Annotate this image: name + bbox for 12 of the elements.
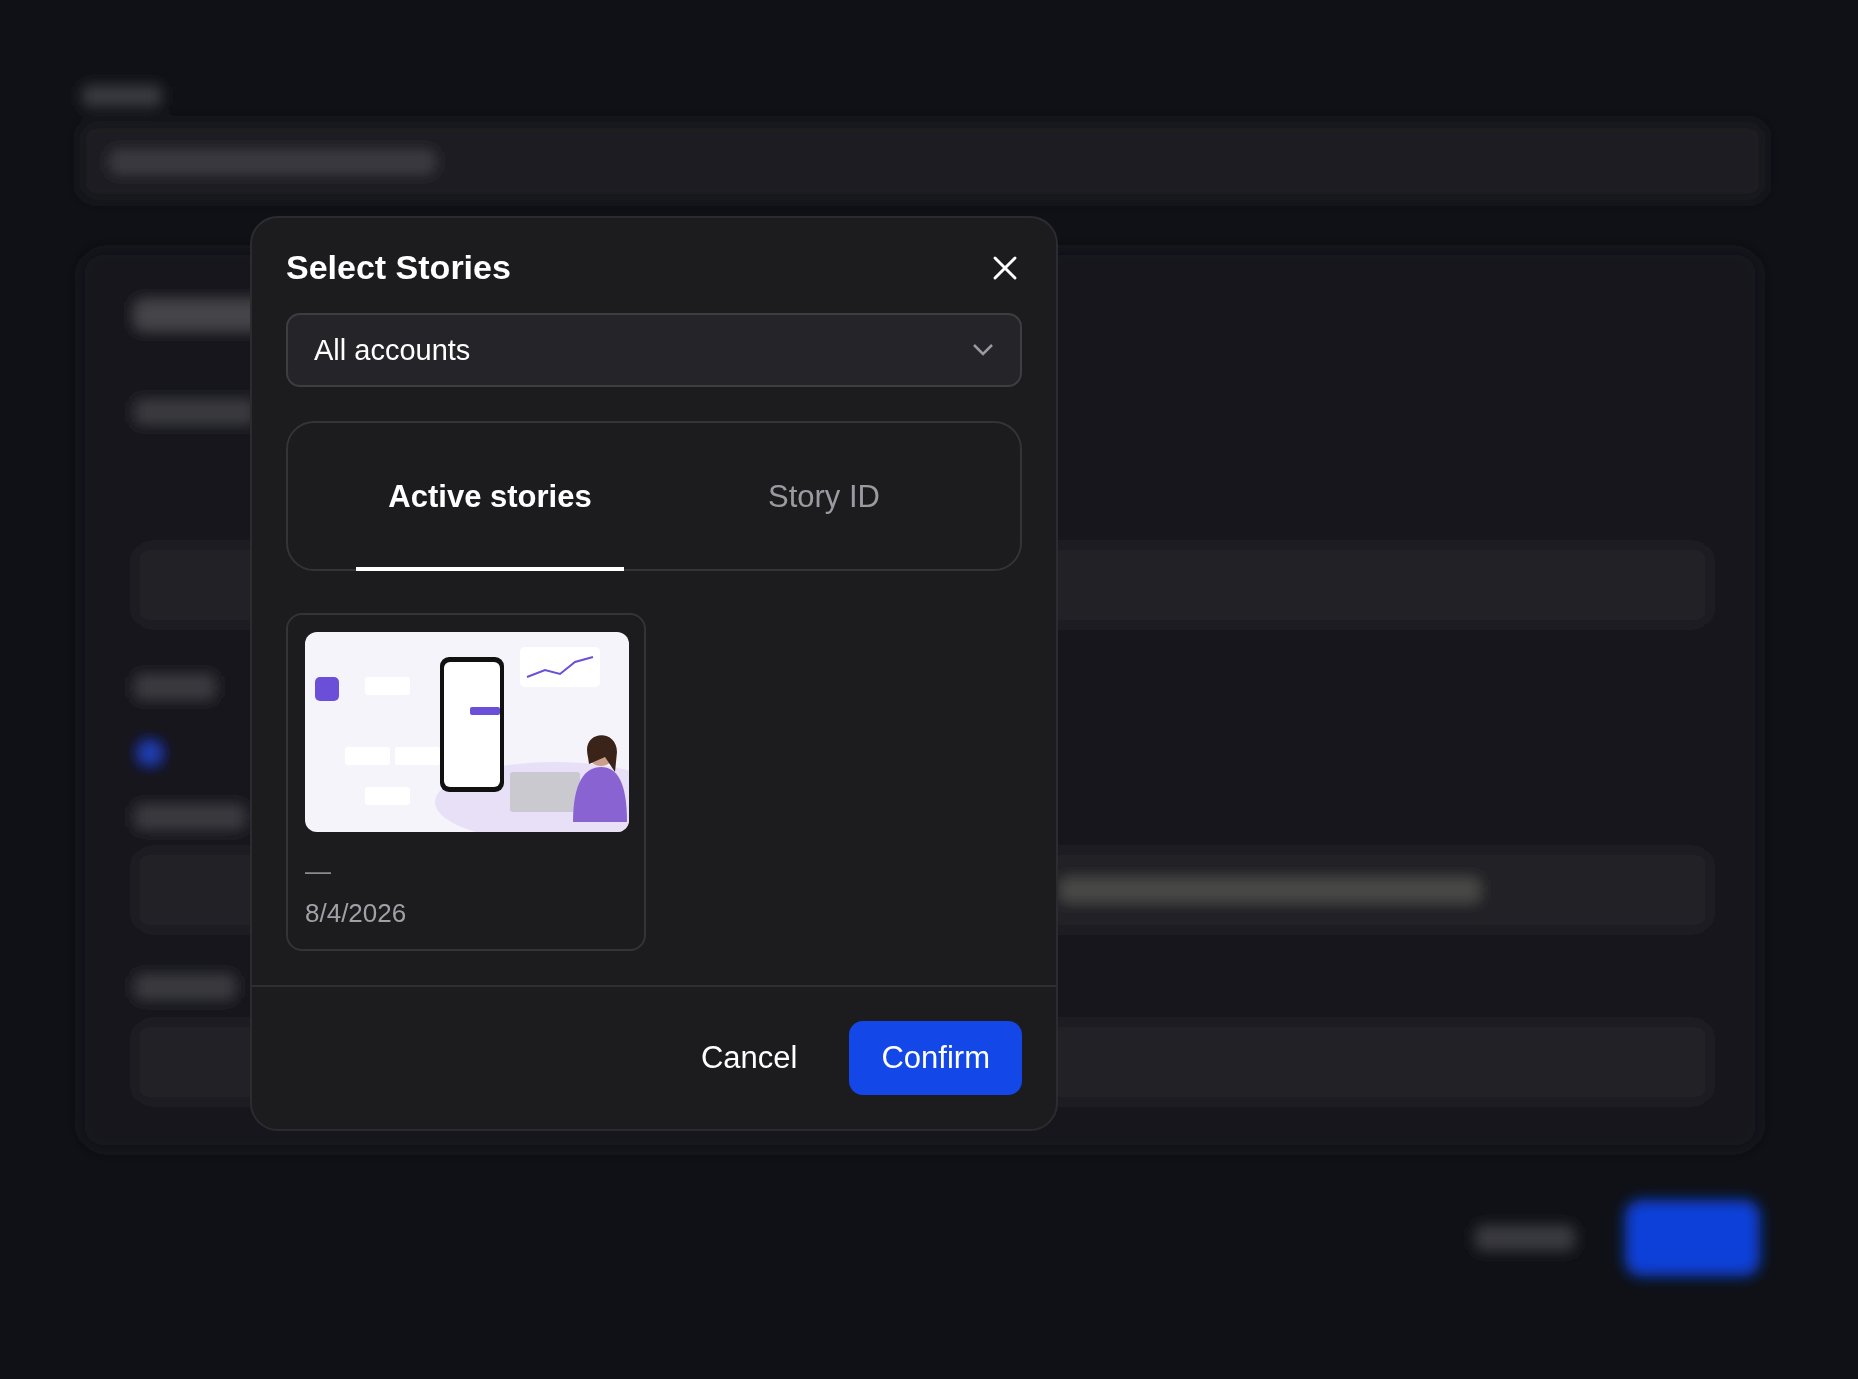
account-dropdown[interactable]: All accounts — [286, 313, 1022, 387]
dialog-title: Select Stories — [286, 248, 511, 287]
story-date: 8/4/2026 — [305, 898, 408, 929]
chevron-down-icon — [972, 343, 994, 357]
tab[interactable]: Story ID — [690, 423, 958, 571]
confirm-button[interactable]: Confirm — [849, 1021, 1022, 1095]
cancel-button[interactable]: Cancel — [693, 1021, 806, 1095]
story-card[interactable]: — 8/4/2026 — [286, 613, 646, 951]
close-icon[interactable] — [992, 254, 1018, 281]
story-caption: — — [305, 858, 332, 884]
dropdown-value: All accounts — [314, 333, 471, 367]
tab[interactable]: Active stories — [356, 423, 624, 571]
